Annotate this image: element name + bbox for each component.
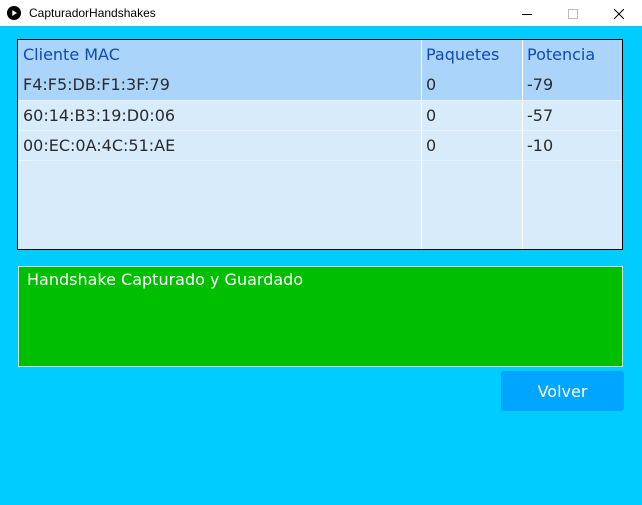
maximize-button[interactable] (550, 0, 596, 26)
table-row[interactable]: 60:14:B3:19:D0:06 0 -57 (18, 101, 622, 131)
maximize-icon (568, 4, 578, 23)
row-divider (18, 160, 622, 161)
column-header-paquetes[interactable]: Paquetes (421, 40, 522, 70)
minimize-button[interactable] (504, 0, 550, 26)
cell-potencia: -10 (527, 136, 554, 155)
close-icon (613, 4, 625, 23)
cell-potencia: -79 (527, 75, 554, 94)
app-play-icon (6, 5, 22, 21)
table-row[interactable]: 00:EC:0A:4C:51:AE 0 -10 (18, 131, 622, 161)
cell-potencia: -57 (527, 106, 554, 125)
status-message: Handshake Capturado y Guardado (27, 270, 304, 289)
window-controls (504, 0, 642, 26)
client-area: Cliente MAC Paquetes Potencia F4:F5:DB:F… (0, 26, 642, 505)
cell-mac: 60:14:B3:19:D0:06 (23, 106, 176, 125)
window-titlebar: CapturadorHandshakes (0, 0, 642, 26)
column-header-mac[interactable]: Cliente MAC (18, 40, 421, 70)
column-divider (421, 40, 422, 249)
clients-table[interactable]: Cliente MAC Paquetes Potencia F4:F5:DB:F… (17, 39, 623, 250)
volver-button[interactable]: Volver (501, 371, 624, 411)
minimize-icon (522, 4, 532, 23)
column-header-potencia[interactable]: Potencia (522, 40, 622, 70)
window-title: CapturadorHandshakes (29, 6, 156, 20)
close-button[interactable] (596, 0, 642, 26)
status-message-box: Handshake Capturado y Guardado (18, 266, 623, 367)
cell-paquetes: 0 (426, 75, 437, 94)
cell-paquetes: 0 (426, 136, 437, 155)
column-divider (522, 40, 523, 249)
cell-mac: 00:EC:0A:4C:51:AE (23, 136, 176, 155)
cell-paquetes: 0 (426, 106, 437, 125)
table-header-row: Cliente MAC Paquetes Potencia (18, 40, 622, 71)
table-row[interactable]: F4:F5:DB:F1:3F:79 0 -79 (18, 70, 622, 100)
cell-mac: F4:F5:DB:F1:3F:79 (23, 75, 170, 94)
